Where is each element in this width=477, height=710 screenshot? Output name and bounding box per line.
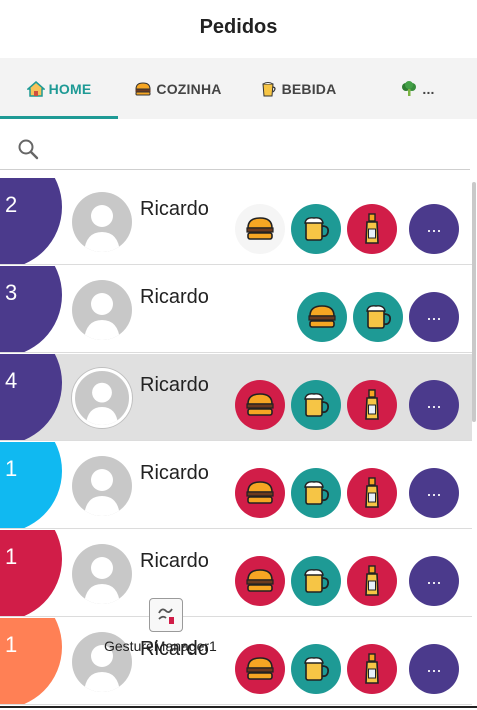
gesture-manager-icon[interactable] (149, 598, 183, 632)
tab-more[interactable]: ... (358, 58, 477, 119)
avatar (72, 456, 132, 516)
avatar (72, 544, 132, 604)
burger-icon[interactable] (235, 644, 285, 694)
tab-cozinha[interactable]: COZINHA (118, 58, 238, 119)
more-button[interactable]: ... (409, 556, 459, 606)
avatar (72, 192, 132, 252)
order-row[interactable]: 2 Ricardo ... (0, 178, 472, 265)
beer-mug-icon[interactable] (291, 468, 341, 518)
tab-cozinha-label: COZINHA (156, 80, 222, 97)
tab-home[interactable]: HOME (0, 58, 118, 119)
more-button[interactable]: ... (409, 380, 459, 430)
order-count: 2 (5, 192, 18, 217)
tab-home-label: HOME (48, 80, 92, 97)
bottle-icon[interactable] (347, 204, 397, 254)
order-row[interactable]: 3 Ricardo ... (0, 266, 472, 353)
burger-icon[interactable] (235, 556, 285, 606)
tab-bebida[interactable]: BEBIDA (238, 58, 358, 119)
burger-icon (134, 81, 152, 97)
beer-mug-icon[interactable] (291, 556, 341, 606)
broccoli-icon (400, 80, 418, 97)
more-button[interactable]: ... (409, 644, 459, 694)
more-button[interactable]: ... (409, 204, 459, 254)
bottom-divider (0, 706, 477, 708)
order-count: 1 (5, 544, 18, 569)
orders-list: 2 Ricardo ... 3 Ricardo ... 4 Ricardo ..… (0, 178, 472, 708)
order-row[interactable]: 1 Ricardo ... (0, 618, 472, 705)
more-button[interactable]: ... (409, 292, 459, 342)
search-input[interactable] (0, 126, 470, 170)
app-header: Pedidos (0, 0, 477, 58)
search-icon[interactable] (16, 137, 40, 161)
tab-bebida-label: BEBIDA (281, 80, 337, 97)
tab-more-label: ... (422, 80, 435, 97)
avatar (72, 368, 132, 428)
list-scrollbar[interactable] (472, 182, 476, 422)
order-count: 4 (5, 368, 18, 393)
page-title: Pedidos (199, 16, 278, 38)
burger-icon[interactable] (235, 380, 285, 430)
bottle-icon[interactable] (347, 644, 397, 694)
beer-mug-icon[interactable] (291, 204, 341, 254)
bottle-icon[interactable] (347, 468, 397, 518)
order-row[interactable]: 1 Ricardo ... (0, 530, 472, 617)
customer-name: Ricardo (140, 286, 209, 308)
customer-name: Ricardo (140, 374, 209, 396)
gesture-manager-overlay[interactable]: GestureManager1 (104, 598, 234, 658)
active-tab-indicator (0, 116, 118, 119)
customer-name: Ricardo (140, 550, 209, 572)
home-icon (25, 80, 46, 97)
tab-bar: HOME COZINHA BEBIDA ... (0, 58, 477, 119)
order-count: 1 (5, 632, 18, 657)
bottle-icon[interactable] (347, 556, 397, 606)
burger-icon[interactable] (297, 292, 347, 342)
order-count: 1 (5, 456, 18, 481)
order-row[interactable]: 4 Ricardo ... (0, 354, 472, 441)
bottle-icon[interactable] (347, 380, 397, 430)
customer-name: Ricardo (140, 462, 209, 484)
burger-icon[interactable] (235, 468, 285, 518)
order-count: 3 (5, 280, 18, 305)
beer-mug-icon[interactable] (291, 380, 341, 430)
beer-mug-icon[interactable] (291, 644, 341, 694)
beer-mug-icon[interactable] (353, 292, 403, 342)
more-button[interactable]: ... (409, 468, 459, 518)
avatar (72, 280, 132, 340)
order-row[interactable]: 1 Ricardo ... (0, 442, 472, 529)
gesture-manager-label: GestureManager1 (104, 638, 217, 654)
burger-icon[interactable] (235, 204, 285, 254)
drink-icon (260, 81, 278, 97)
customer-name: Ricardo (140, 198, 209, 220)
